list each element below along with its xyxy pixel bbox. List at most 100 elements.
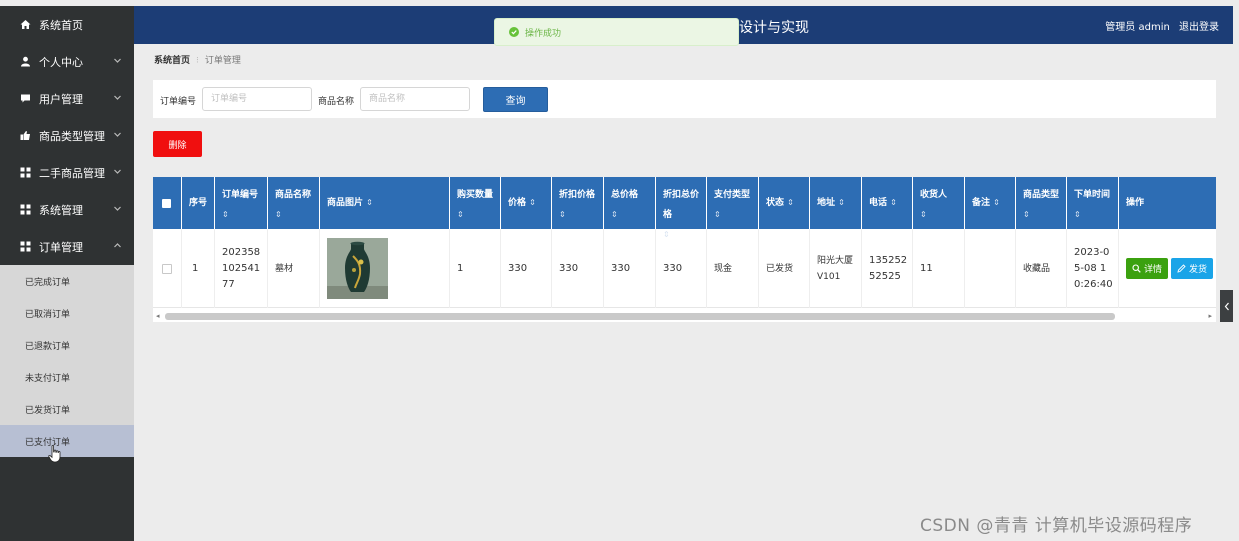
scroll-right-icon[interactable]: ▸ xyxy=(1208,312,1212,320)
header-product-image[interactable]: 商品图片 ⇕ xyxy=(320,177,450,229)
header-label: 收货人 xyxy=(920,190,948,200)
header-quantity[interactable]: 购买数量 ⇕ xyxy=(450,177,501,229)
admin-user-label: 管理员 admin xyxy=(1105,22,1170,33)
sidebar-item-label: 二手商品管理 xyxy=(39,166,105,180)
breadcrumb-separator: ⁝ xyxy=(196,56,199,66)
chevron-down-icon xyxy=(114,58,121,63)
cell-total-price: 330 xyxy=(604,229,656,308)
toast-message: 操作成功 xyxy=(525,28,562,39)
sort-icon[interactable]: ⇕ xyxy=(611,210,618,219)
submenu-item-unpaid-orders[interactable]: 未支付订单 xyxy=(0,361,134,393)
header-receiver[interactable]: 收货人 ⇕ xyxy=(913,177,965,229)
sidebar-item-orders[interactable]: 订单管理 xyxy=(0,228,134,265)
sort-icon[interactable]: ⇕ xyxy=(457,210,464,219)
submenu-item-paid-orders[interactable]: 已支付订单 xyxy=(0,425,134,457)
submenu-item-completed-orders[interactable]: 已完成订单 xyxy=(0,265,134,297)
horizontal-scrollbar[interactable]: ◂ ▸ xyxy=(153,311,1216,321)
cell-order-time: 2023-05-08 10:26:40 xyxy=(1067,229,1119,308)
header-label: 购买数量 xyxy=(457,190,494,200)
header-label: 商品类型 xyxy=(1023,190,1060,200)
sort-icon[interactable]: ⇕ xyxy=(1074,210,1081,219)
header-index[interactable]: 序号 xyxy=(182,177,215,229)
header-order-no[interactable]: 订单编号 ⇕ xyxy=(215,177,268,229)
scrollbar-thumb[interactable] xyxy=(165,313,1115,320)
product-name-input[interactable] xyxy=(360,87,470,111)
header-remark[interactable]: 备注 ⇕ xyxy=(965,177,1016,229)
sidebar-item-label: 用户管理 xyxy=(39,92,83,106)
sidebar-item-label: 系统管理 xyxy=(39,203,83,217)
sort-icon[interactable]: ⇕ xyxy=(529,193,536,213)
header-status[interactable]: 状态 ⇕ xyxy=(759,177,810,229)
sort-icon[interactable]: ⇕ xyxy=(920,210,927,219)
grid-icon xyxy=(20,241,31,252)
sidebar-item-label: 商品类型管理 xyxy=(39,129,105,143)
header-payment-type[interactable]: 支付类型 ⇕ xyxy=(707,177,759,229)
sort-icon[interactable]: ⇕ xyxy=(275,210,282,219)
side-panel-toggle[interactable] xyxy=(1220,290,1233,322)
breadcrumb: 系统首页 ⁝ 订单管理 xyxy=(154,53,241,66)
ship-button[interactable]: 发货 xyxy=(1171,258,1213,279)
cell-address: 阳光大厦V101 xyxy=(810,229,862,308)
sort-icon[interactable]: ⇕ xyxy=(838,193,845,213)
query-button[interactable]: 查询 xyxy=(483,87,548,112)
thumbs-up-icon xyxy=(20,130,31,141)
table-header: 序号 订单编号 ⇕ 商品名称 ⇕ 商品图片 ⇕ 购买数量 ⇕ 价格 ⇕ 折扣价格 ⇕ 总… xyxy=(153,177,1216,239)
row-checkbox[interactable] xyxy=(162,263,172,274)
cell-order-no: 20235810254177 xyxy=(215,229,268,308)
ship-button-label: 发货 xyxy=(1188,265,1207,275)
header-total-price[interactable]: 总价格 ⇕ xyxy=(604,177,656,229)
submenu-item-shipped-orders[interactable]: 已发货订单 xyxy=(0,393,134,425)
header-label: 支付类型 xyxy=(714,190,751,200)
grid-icon xyxy=(20,167,31,178)
select-all-checkbox[interactable] xyxy=(162,198,171,208)
chevron-down-icon xyxy=(114,169,121,174)
sort-icon[interactable]: ⇕ xyxy=(366,193,373,213)
delete-button[interactable]: 删除 xyxy=(153,131,202,157)
submenu-item-cancelled-orders[interactable]: 已取消订单 xyxy=(0,297,134,329)
submenu-item-refunded-orders[interactable]: 已退款订单 xyxy=(0,329,134,361)
sort-icon[interactable]: ⇕ xyxy=(787,193,794,213)
chevron-down-icon xyxy=(114,132,121,137)
grid-icon xyxy=(20,204,31,215)
header-address[interactable]: 地址 ⇕ xyxy=(810,177,862,229)
sidebar-item-profile[interactable]: 个人中心 xyxy=(0,43,134,80)
header-phone[interactable]: 电话 ⇕ xyxy=(862,177,913,229)
sidebar-item-users[interactable]: 用户管理 xyxy=(0,80,134,117)
row-select-cell xyxy=(153,229,182,308)
product-image-vase[interactable] xyxy=(327,238,388,299)
sidebar-item-second-hand[interactable]: 二手商品管理 xyxy=(0,154,134,191)
sort-icon[interactable]: ⇕ xyxy=(714,210,721,219)
sidebar-item-product-types[interactable]: 商品类型管理 xyxy=(0,117,134,154)
sidebar-item-home[interactable]: 系统首页 xyxy=(0,6,134,43)
cell-product-type: 收藏品 xyxy=(1016,229,1067,308)
breadcrumb-home[interactable]: 系统首页 xyxy=(154,56,190,66)
table-row: 1 20235810254177 墓材 1 330 330 330 330 现金… xyxy=(153,229,1216,308)
user-icon xyxy=(20,56,31,67)
order-no-input[interactable] xyxy=(202,87,312,111)
header-product-name[interactable]: 商品名称 ⇕ xyxy=(268,177,320,229)
header-label: 价格 xyxy=(508,198,527,208)
header-product-type[interactable]: 商品类型 ⇕ xyxy=(1016,177,1067,229)
scroll-left-icon[interactable]: ◂ xyxy=(156,312,160,320)
cell-index: 1 xyxy=(182,229,215,308)
sort-icon[interactable]: ⇕ xyxy=(1023,210,1030,219)
success-toast: 操作成功 xyxy=(494,18,739,46)
header-discount-total[interactable]: 折扣总价格 ⇕ xyxy=(656,177,707,239)
sort-icon[interactable]: ⇕ xyxy=(890,193,897,213)
sort-icon[interactable]: ⇕ xyxy=(993,193,1000,213)
header-price[interactable]: 价格 ⇕ xyxy=(501,177,552,229)
header-label: 地址 xyxy=(817,198,836,208)
header-actions: 操作 xyxy=(1126,198,1145,208)
header-order-time[interactable]: 下单时间 ⇕ xyxy=(1067,177,1119,229)
sort-icon[interactable]: ⇕ xyxy=(559,210,566,219)
logout-link[interactable]: 退出登录 xyxy=(1179,22,1219,33)
product-name-label: 商品名称 xyxy=(318,97,355,107)
cell-product-name: 墓材 xyxy=(268,229,320,308)
cell-discount-total: 330 xyxy=(656,229,707,308)
sort-icon[interactable]: ⇕ xyxy=(222,210,229,219)
detail-button[interactable]: 详情 xyxy=(1126,258,1168,279)
sidebar-item-label: 订单管理 xyxy=(39,240,83,254)
sidebar-item-system[interactable]: 系统管理 xyxy=(0,191,134,228)
user-area: 管理员 admin 退出登录 xyxy=(1105,18,1219,33)
header-discount-price[interactable]: 折扣价格 ⇕ xyxy=(552,177,604,229)
